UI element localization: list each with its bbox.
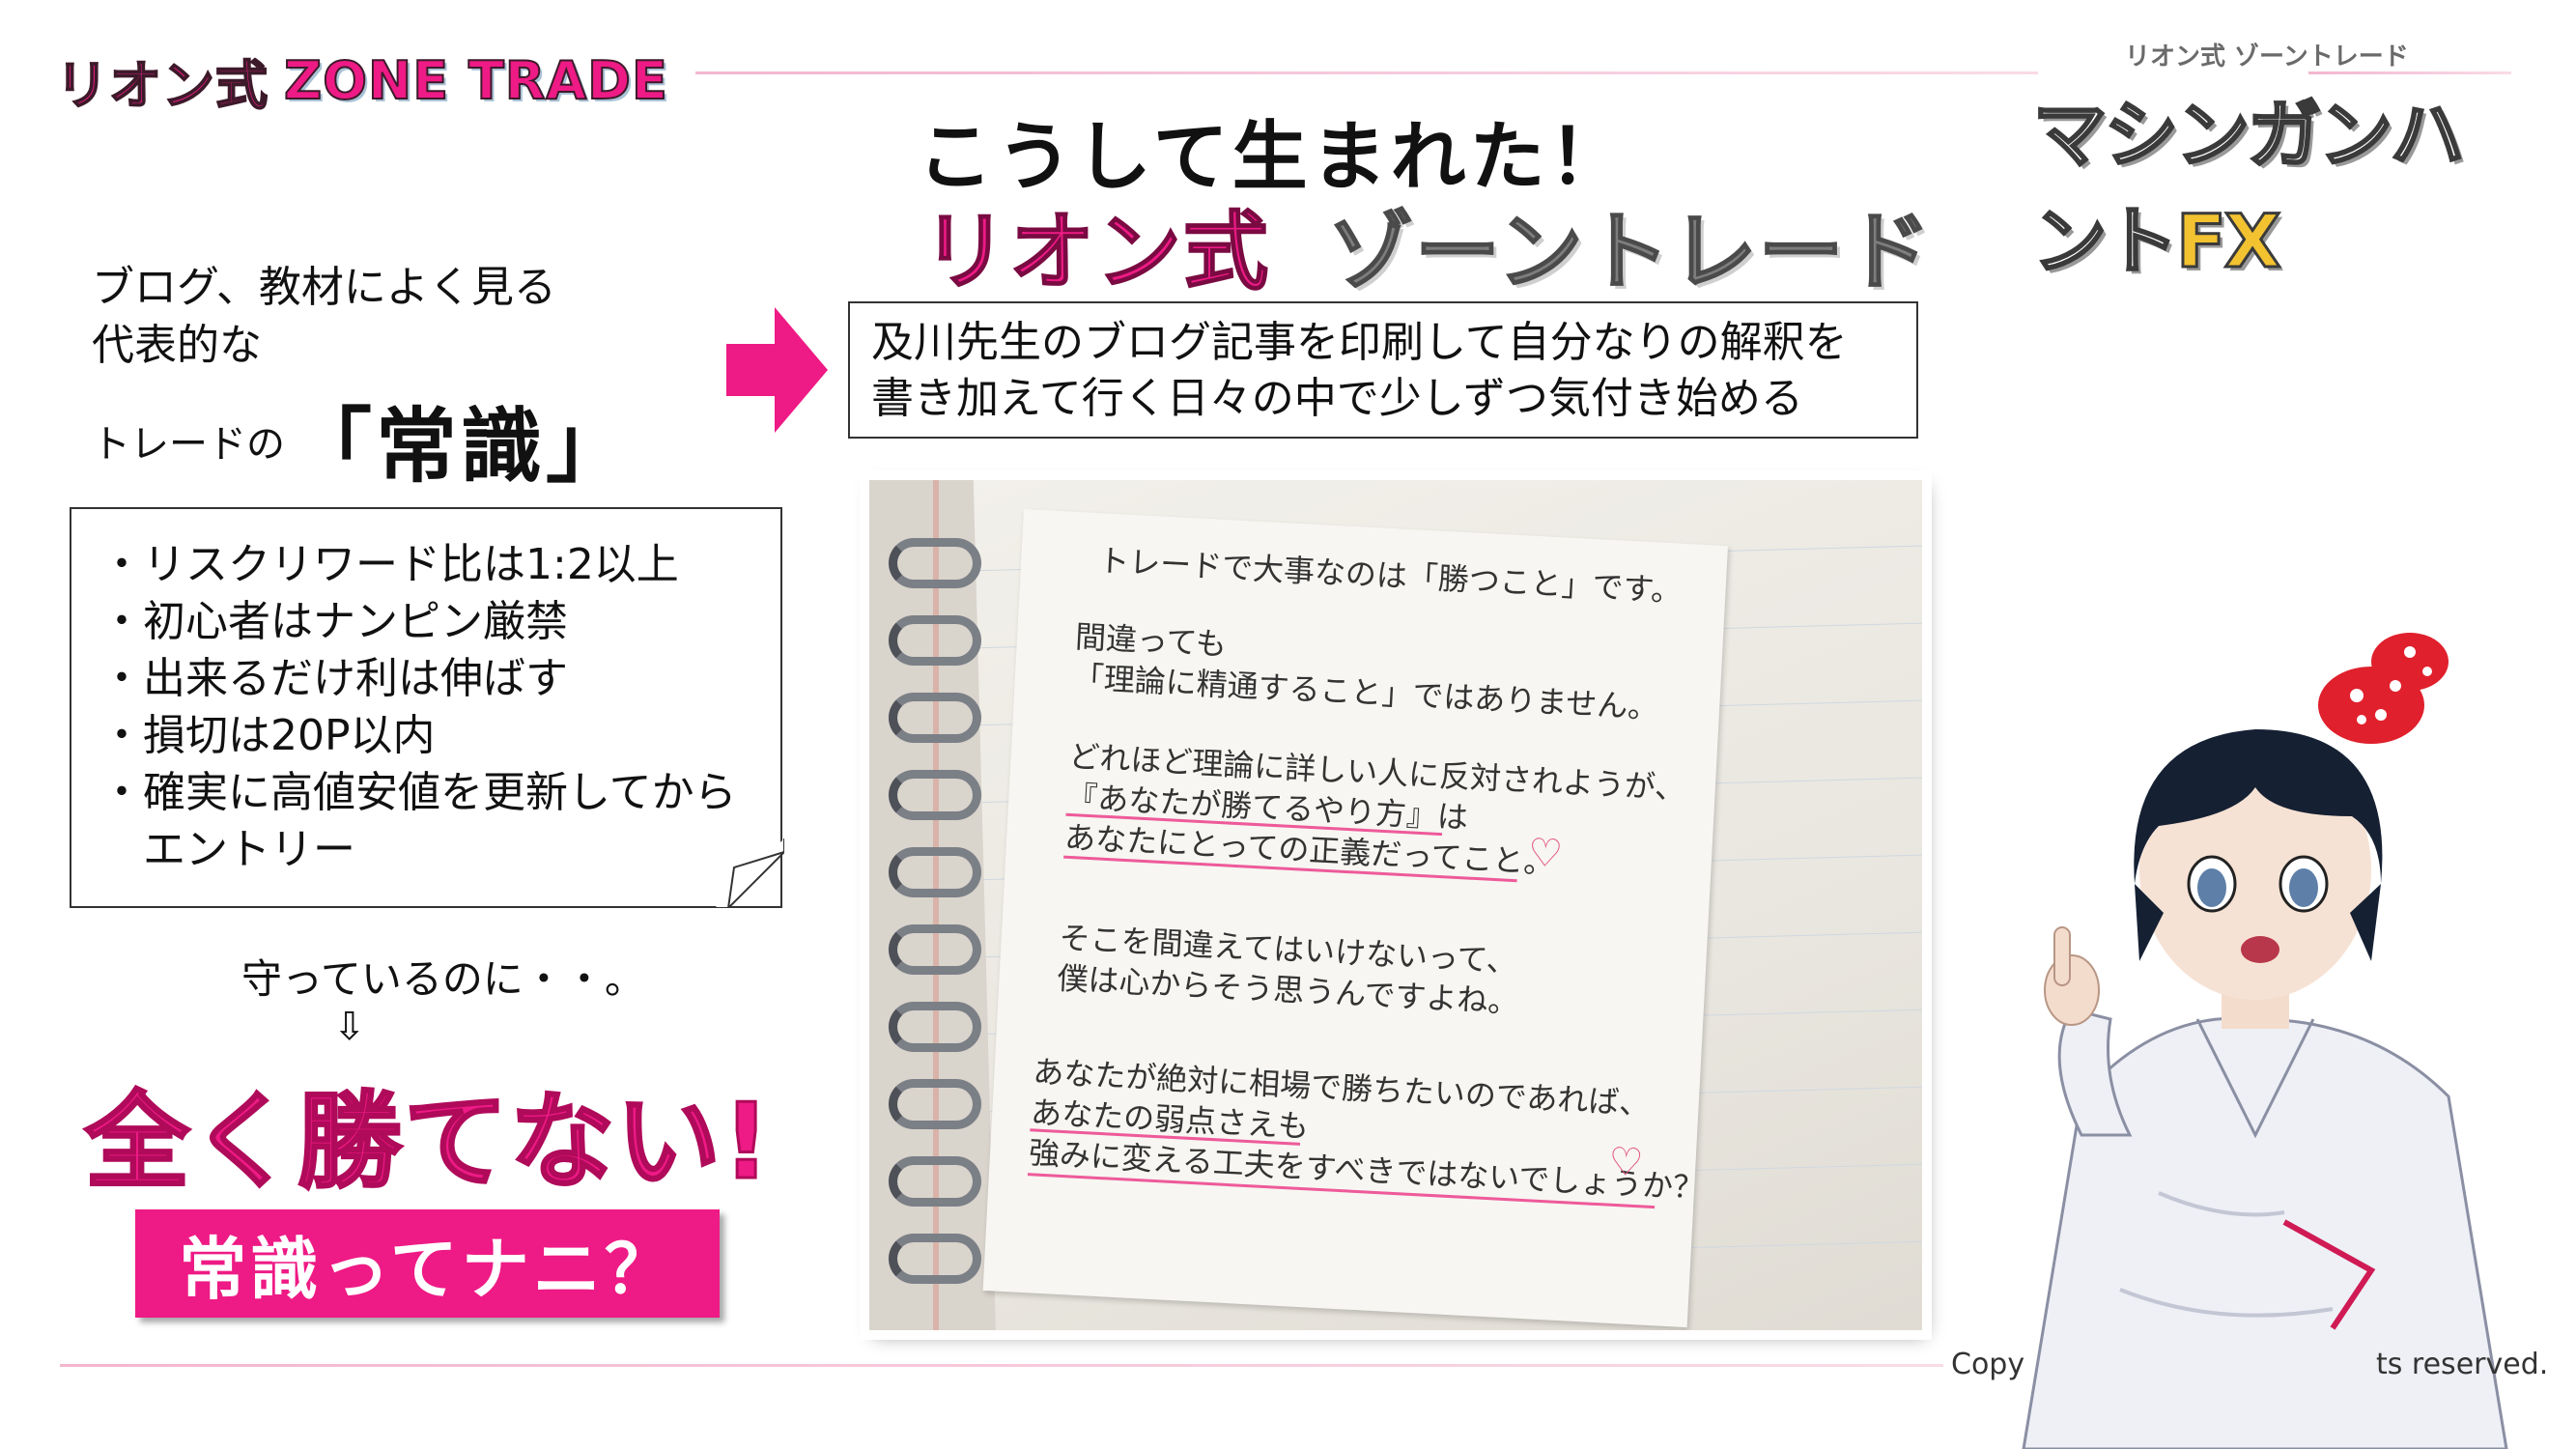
logo-left-jp: リオン式	[55, 54, 269, 117]
spiral-ring	[889, 1079, 981, 1129]
protect-text: 守っているのに・・。	[241, 955, 645, 1003]
title-line2-pink: リオン式	[921, 201, 1271, 302]
heart-icon: ♡	[1607, 1139, 1645, 1186]
blog-intro-line1: ブログ、教材によく見る	[92, 263, 556, 312]
spiral-ring	[889, 1002, 981, 1052]
down-arrow-icon: ⇩	[333, 1005, 366, 1049]
rule-item: ・出来るだけ利は伸ばす	[100, 654, 568, 703]
notebook-photo: トレードで大事なのは「勝つこと」です。 間違っても 「理論に精通すること」ではあ…	[869, 480, 1922, 1330]
rule-item: ・損切は20P以内	[100, 711, 436, 760]
blog-intro: ブログ、教材によく見る 代表的な	[92, 259, 556, 375]
blog-intro-line2: 代表的な	[92, 321, 262, 370]
trade-common-sense: トレードの 「常識」	[92, 382, 631, 498]
heart-icon: ♡	[1526, 830, 1565, 877]
description-line2: 書き加えて行く日々の中で少しずつ気付き始める	[871, 374, 1803, 423]
note-line: 「理論に精通すること」ではありません。	[1071, 658, 1660, 726]
note-line: 強みに変える工夫をすべきではないでしょうか？	[1028, 1134, 1706, 1207]
cant-win-heading: 全く勝てない!	[83, 1081, 773, 1205]
spiral-ring	[889, 924, 981, 975]
header-divider	[695, 71, 2038, 74]
note-line: トレードで大事なのは「勝つこと」です。	[1097, 542, 1684, 610]
rules-box: ・リスクリワード比は1:2以上 ・初心者はナンピン厳禁 ・出来るだけ利は伸ばす …	[70, 507, 782, 908]
title-line2-gray: ゾーントレード	[1327, 201, 1933, 302]
rule-item: ・初心者はナンピン厳禁	[100, 597, 568, 646]
spiral-ring	[889, 1234, 981, 1284]
logo-right-big: マシンガンハントFX	[2032, 75, 2487, 288]
title-line2: リオン式 ゾーントレード	[921, 184, 1933, 306]
spiral-ring	[889, 538, 981, 588]
character-illustration	[2022, 633, 2508, 1449]
logo-left-en: ZONE TRADE	[283, 49, 668, 112]
description-line1: 及川先生のブログ記事を印刷して自分なりの解釈を	[871, 318, 1848, 367]
description-box: 及川先生のブログ記事を印刷して自分なりの解釈を 書き加えて行く日々の中で少しずつ…	[848, 301, 1918, 439]
right-arrow-icon	[726, 307, 828, 433]
spiral-ring	[889, 615, 981, 666]
spiral-ring	[889, 1156, 981, 1207]
copyright-right: ts reserved.	[2376, 1348, 2549, 1381]
printed-note: トレードで大事なのは「勝つこと」です。 間違っても 「理論に精通すること」ではあ…	[982, 509, 1728, 1328]
rule-item: エントリー	[100, 825, 355, 874]
common-sense-heading: 「常識」	[291, 399, 632, 494]
rule-item: ・確実に高値安値を更新してから	[100, 768, 737, 817]
spiral-ring	[889, 693, 981, 743]
common-sense-banner: 常識ってナニ？	[135, 1209, 720, 1318]
spiral-ring	[889, 847, 981, 897]
logo-machinegun-hunt-fx: リオン式 ゾーントレード マシンガンハントFX	[2032, 37, 2487, 286]
logo-zone-trade: リオン式 ZONE TRADE	[55, 46, 668, 117]
trade-prefix: トレードの	[92, 421, 285, 467]
spiral-ring	[889, 770, 981, 820]
logo-right-fx: FX	[2175, 197, 2282, 286]
logo-right-small: リオン式 ゾーントレード	[2125, 43, 2409, 71]
page-fold-icon	[715, 838, 784, 908]
rule-item: ・リスクリワード比は1:2以上	[100, 540, 679, 589]
copyright-left: Copy	[1951, 1348, 2025, 1381]
footer-divider	[60, 1364, 1943, 1367]
